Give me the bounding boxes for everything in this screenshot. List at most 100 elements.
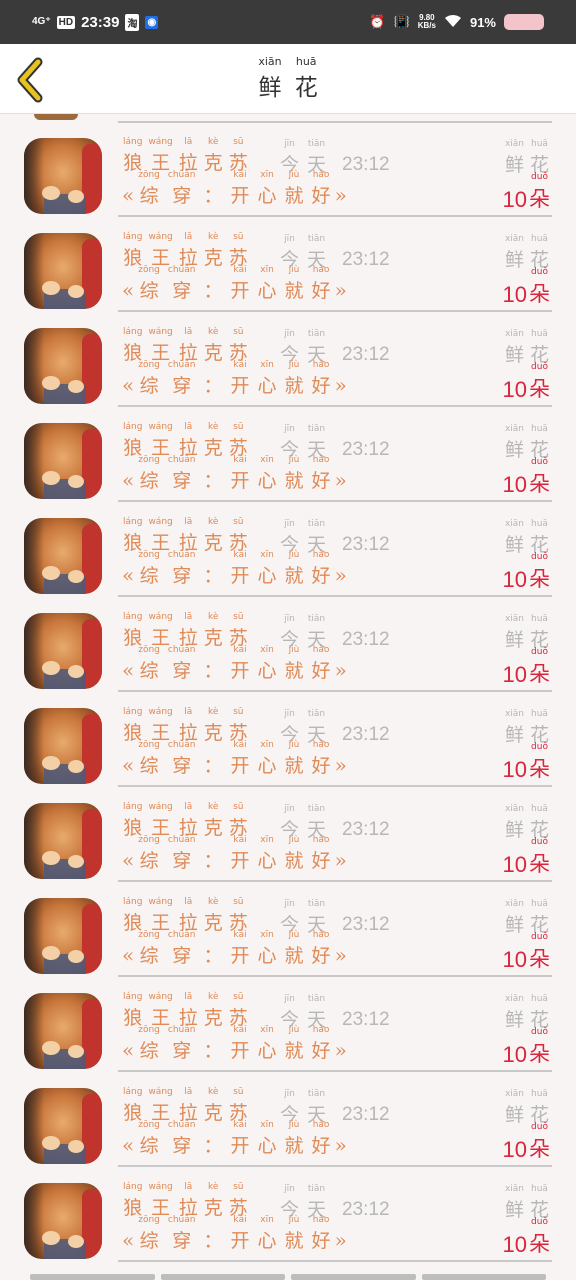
pinyin: duǒ bbox=[531, 742, 548, 752]
hanzi: 就 bbox=[284, 185, 304, 207]
pinyin: lā bbox=[184, 707, 193, 717]
avatar-shade bbox=[24, 993, 44, 1069]
message-char: jiù 就 bbox=[285, 834, 304, 873]
avatar[interactable] bbox=[24, 613, 102, 689]
message-text: zōng 综 chuān 穿 ： kāi 开 xīn 心 jiù 就 hǎo 好 bbox=[134, 644, 334, 683]
quote-close: » bbox=[334, 943, 347, 967]
hanzi: 就 bbox=[284, 280, 304, 302]
hanzi: 心 bbox=[257, 375, 277, 397]
quote-open: « bbox=[122, 1228, 135, 1252]
time-value: 23:12 bbox=[342, 344, 390, 365]
pinyin: lā bbox=[184, 137, 193, 147]
hanzi: 综 bbox=[139, 1230, 159, 1252]
time-value: 23:12 bbox=[342, 629, 390, 650]
pinyin: wáng bbox=[148, 992, 173, 1002]
avatar-paw bbox=[68, 855, 84, 868]
pinyin: kāi bbox=[233, 360, 247, 370]
hanzi: 心 bbox=[257, 280, 277, 302]
pinyin: jīn bbox=[284, 1089, 295, 1099]
list-item[interactable]: láng 狼 wáng 王 lā 拉 kè 克 sū 苏 jīn 今 tiān 天 23:12 «zōng 综 c… bbox=[0, 494, 576, 597]
pinyin: sū bbox=[233, 232, 244, 242]
pinyin: láng bbox=[123, 517, 143, 527]
pinyin: chuān bbox=[167, 265, 196, 275]
pinyin: jīn bbox=[284, 994, 295, 1004]
battery-percent: 91% bbox=[469, 14, 496, 30]
pinyin: chuān bbox=[167, 170, 196, 180]
avatar-shade bbox=[24, 803, 44, 879]
quote-close: » bbox=[334, 1038, 347, 1062]
pinyin: xīn bbox=[260, 455, 274, 465]
pinyin: jīn bbox=[284, 139, 295, 149]
avatar[interactable] bbox=[24, 328, 102, 404]
message-text: zōng 综 chuān 穿 ： kāi 开 xīn 心 jiù 就 hǎo 好 bbox=[134, 1119, 334, 1158]
time-value: 23:12 bbox=[342, 439, 390, 460]
avatar[interactable] bbox=[24, 898, 102, 974]
avatar[interactable] bbox=[24, 1088, 102, 1164]
message-char: kāi 开 bbox=[231, 929, 250, 968]
message: «zōng 综 chuān 穿 ： kāi 开 xīn 心 jiù 就 hǎo 好» bbox=[122, 359, 347, 398]
avatar[interactable] bbox=[24, 803, 102, 879]
pinyin: jīn bbox=[284, 709, 295, 719]
list-item[interactable]: láng 狼 wáng 王 lā 拉 kè 克 sū 苏 jīn 今 tiān 天 23:12 «zōng 综 c… bbox=[0, 684, 576, 787]
gift-unit: duǒ 朵 bbox=[529, 456, 550, 498]
message: «zōng 综 chuān 穿 ： kāi 开 xīn 心 jiù 就 hǎo 好» bbox=[122, 644, 347, 683]
message-char: chuān 穿 bbox=[168, 454, 196, 493]
avatar[interactable] bbox=[24, 708, 102, 784]
hanzi: 心 bbox=[257, 470, 277, 492]
gift-count: 10 duǒ 朵 bbox=[503, 741, 550, 783]
list-item[interactable]: láng 狼 wáng 王 lā 拉 kè 克 sū 苏 jīn 今 tiān 天 23:12 «zōng 综 c… bbox=[0, 114, 576, 217]
pinyin: jīn bbox=[284, 424, 295, 434]
message-char: zōng 综 bbox=[138, 1024, 160, 1063]
avatar-shade bbox=[24, 898, 44, 974]
pinyin: lā bbox=[184, 232, 193, 242]
gift-count-number: 10 bbox=[502, 1232, 527, 1257]
avatar[interactable] bbox=[24, 423, 102, 499]
list-item[interactable]: láng 狼 wáng 王 lā 拉 kè 克 sū 苏 jīn 今 tiān 天 23:12 «zōng 综 c… bbox=[0, 874, 576, 977]
pinyin: lā bbox=[184, 1182, 193, 1192]
hanzi: 心 bbox=[257, 1230, 277, 1252]
list-item[interactable]: láng 狼 wáng 王 lā 拉 kè 克 sū 苏 jīn 今 tiān 天 23:12 «zōng 综 c… bbox=[0, 969, 576, 1072]
message-char: kāi 开 bbox=[231, 834, 250, 873]
message-char: kāi 开 bbox=[231, 359, 250, 398]
list-item[interactable]: láng 狼 wáng 王 lā 拉 kè 克 sū 苏 jīn 今 tiān 天 23:12 «zōng 综 c… bbox=[0, 304, 576, 407]
pinyin: hǎo bbox=[312, 360, 330, 370]
pinyin: kāi bbox=[233, 1025, 247, 1035]
avatar[interactable] bbox=[24, 518, 102, 594]
message: «zōng 综 chuān 穿 ： kāi 开 xīn 心 jiù 就 hǎo 好» bbox=[122, 929, 347, 968]
list-item[interactable]: láng 狼 wáng 王 lā 拉 kè 克 sū 苏 jīn 今 tiān 天 23:12 «zōng 综 c… bbox=[0, 399, 576, 502]
list-item[interactable]: láng 狼 wáng 王 lā 拉 kè 克 sū 苏 jīn 今 tiān 天 23:12 «zōng 综 c… bbox=[0, 1064, 576, 1167]
hanzi: 穿 bbox=[172, 850, 192, 872]
pinyin: tiān bbox=[307, 1184, 326, 1194]
avatar[interactable] bbox=[24, 233, 102, 309]
pinyin: xīn bbox=[260, 930, 274, 940]
pinyin: chuān bbox=[167, 1215, 196, 1225]
hanzi: 穿 bbox=[172, 375, 192, 397]
pinyin: láng bbox=[123, 707, 143, 717]
pinyin: xīn bbox=[260, 170, 274, 180]
quote-close: » bbox=[334, 183, 347, 207]
avatar[interactable] bbox=[24, 993, 102, 1069]
message-text: zōng 综 chuān 穿 ： kāi 开 xīn 心 jiù 就 hǎo 好 bbox=[134, 739, 334, 778]
quote-open: « bbox=[122, 943, 135, 967]
message-char: xīn 心 bbox=[258, 739, 277, 778]
message-char: xīn 心 bbox=[258, 1119, 277, 1158]
pinyin: xiān bbox=[504, 329, 524, 339]
quote-close: » bbox=[334, 468, 347, 492]
list-item[interactable]: láng 狼 wáng 王 lā 拉 kè 克 sū 苏 jīn 今 tiān 天 23:12 «zōng 综 c… bbox=[0, 209, 576, 312]
pinyin: tiān bbox=[307, 234, 326, 244]
avatar-shade bbox=[24, 708, 44, 784]
avatar-paw bbox=[68, 190, 84, 203]
avatar[interactable] bbox=[24, 1183, 102, 1259]
pinyin: kè bbox=[208, 707, 219, 717]
list-item[interactable]: láng 狼 wáng 王 lā 拉 kè 克 sū 苏 jīn 今 tiān 天 23:12 «zōng 综 c… bbox=[0, 779, 576, 882]
avatar[interactable] bbox=[24, 138, 102, 214]
pinyin: chuān bbox=[167, 835, 196, 845]
list-item[interactable]: láng 狼 wáng 王 lā 拉 kè 克 sū 苏 jīn 今 tiān 天 23:12 «zōng 综 c… bbox=[0, 589, 576, 692]
list-item[interactable]: láng 狼 wáng 王 lā 拉 kè 克 sū 苏 jīn 今 tiān 天 23:12 «zōng 综 c… bbox=[0, 1159, 576, 1262]
pinyin: jiù bbox=[288, 170, 300, 180]
alarm-icon: ⏰ bbox=[369, 14, 386, 29]
hanzi: 好 bbox=[311, 375, 331, 397]
avatar-shade bbox=[24, 328, 44, 404]
hanzi: 鲜 bbox=[258, 75, 282, 101]
network-speed: 9.80 KB/s bbox=[418, 14, 436, 30]
